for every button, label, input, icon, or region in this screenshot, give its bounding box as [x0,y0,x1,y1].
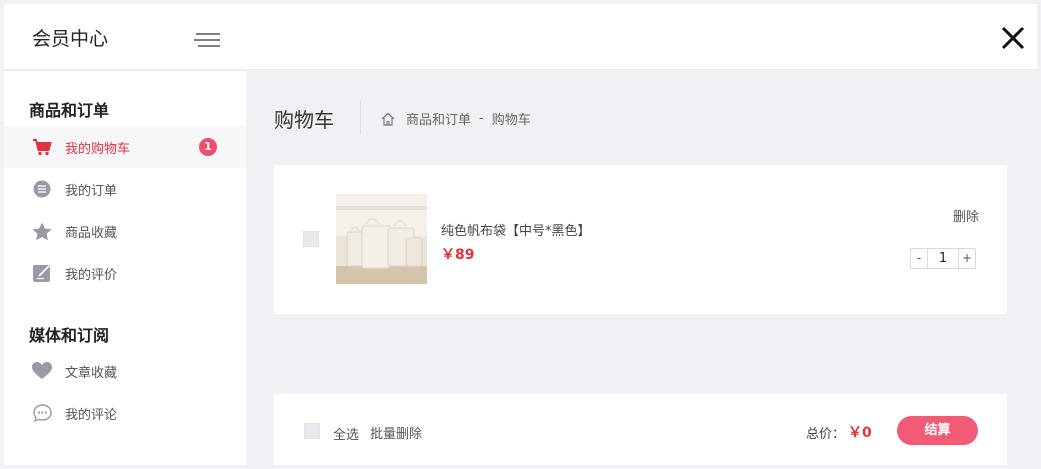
sidebar-item-label: 我的订单 [65,183,118,199]
top-header: 会员中心 [4,4,1037,70]
sidebar-item-label: 我的评论 [65,407,118,423]
batch-delete-button[interactable]: 批量删除 [370,423,422,442]
star-icon [32,221,52,241]
page-title: 购物车 [274,108,334,132]
edit-icon [32,263,52,283]
title-divider [360,100,361,134]
quantity-plus-button[interactable]: + [959,249,975,268]
breadcrumb: 商品和订单 - 购物车 [380,109,531,128]
breadcrumb-item-products[interactable]: 商品和订单 [406,109,471,128]
sidebar-section-title-media: 媒体和订阅 [29,326,110,345]
home-icon[interactable] [380,111,396,127]
delete-button[interactable]: 删除 [953,206,979,225]
sidebar-item-label: 我的评价 [65,267,118,283]
sidebar-item-label: 我的购物车 [65,141,131,157]
quantity-stepper: - 1 + [910,248,976,269]
sidebar-item-cart[interactable]: 我的购物车 1 [4,126,246,168]
sidebar-item-comments[interactable]: 我的评论 [4,392,246,434]
total-price-label: 总价： [806,427,846,442]
select-all-checkbox[interactable] [304,423,320,439]
product-price: ￥89 [441,247,475,263]
sidebar-item-label: 文章收藏 [65,365,118,381]
cart-icon [32,137,52,157]
sidebar-item-label: 商品收藏 [65,225,118,241]
sidebar-item-favorites[interactable]: 商品收藏 [4,210,246,252]
menu-icon[interactable] [194,31,220,49]
cart-count-badge: 1 [199,138,217,156]
sidebar: 商品和订单 我的购物车 1 我的订单 商品收藏 我的评价 媒体和订阅 文章收藏 … [4,71,246,465]
cart-item-card: 纯色帆布袋【中号*黑色】 ￥89 删除 - 1 + [274,165,1007,314]
product-image [336,194,427,284]
quantity-minus-button[interactable]: - [911,249,927,268]
close-icon[interactable] [1001,26,1025,50]
item-checkbox[interactable] [303,231,319,247]
breadcrumb-item-cart: 购物车 [491,113,531,128]
sidebar-item-article-favorites[interactable]: 文章收藏 [4,350,246,392]
breadcrumb-separator: - [479,111,484,126]
sidebar-section-title-products: 商品和订单 [29,101,110,120]
total-price-value: ￥0 [848,425,872,441]
select-all-label[interactable]: 全选 [333,424,359,443]
header-title: 会员中心 [32,28,109,50]
heart-icon [32,361,52,381]
product-name[interactable]: 纯色帆布袋【中号*黑色】 [441,220,591,239]
checkout-button[interactable]: 结算 [897,416,978,445]
cart-footer-bar: 全选 批量删除 总价： ￥0 结算 [274,394,1007,465]
sidebar-item-reviews[interactable]: 我的评价 [4,252,246,294]
order-list-icon [32,179,52,199]
sidebar-item-orders[interactable]: 我的订单 [4,168,246,210]
quantity-input[interactable]: 1 [927,249,959,268]
comment-icon [32,403,52,423]
